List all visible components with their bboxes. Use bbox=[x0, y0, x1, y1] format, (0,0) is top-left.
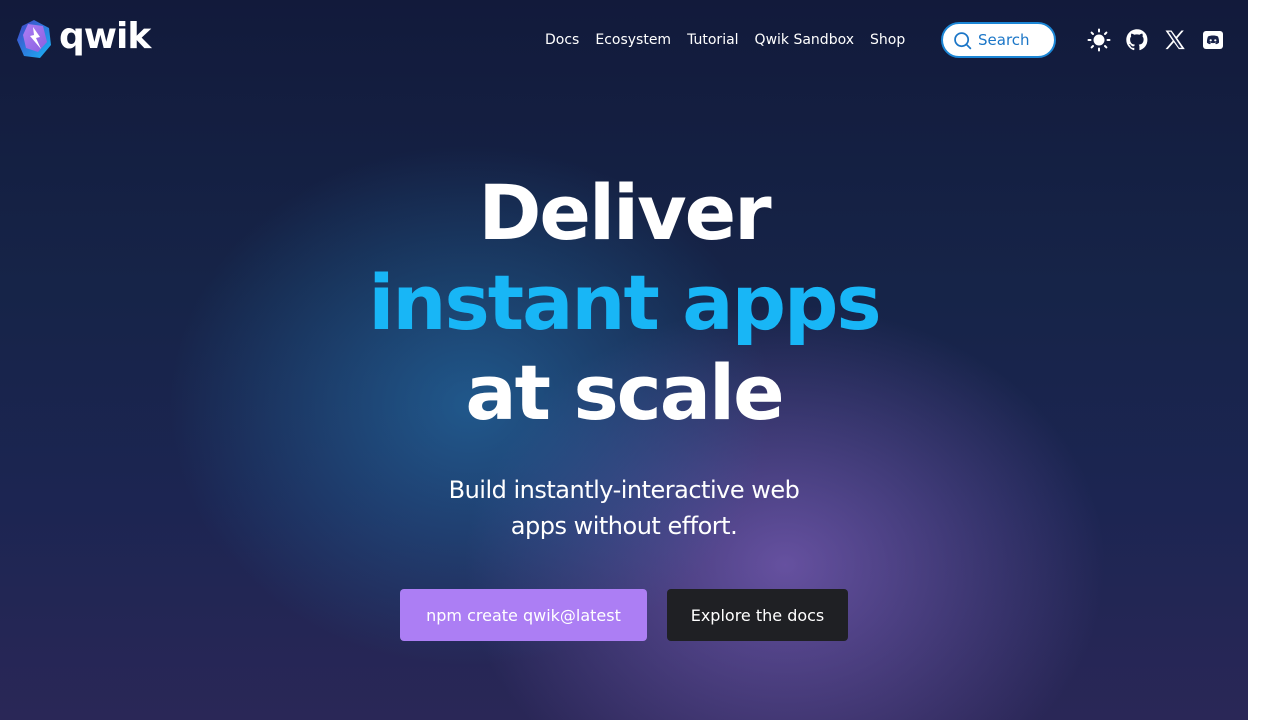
subtitle-line-1: Build instantly-interactive web bbox=[448, 476, 800, 504]
nav-link-shop[interactable]: Shop bbox=[862, 30, 913, 50]
main-nav: Docs Ecosystem Tutorial Qwik Sandbox Sho… bbox=[537, 30, 913, 50]
github-link[interactable] bbox=[1125, 28, 1149, 52]
search-button[interactable]: Search bbox=[941, 22, 1056, 58]
nav-link-qwik-sandbox[interactable]: Qwik Sandbox bbox=[747, 30, 862, 50]
scrollbar-gutter bbox=[1248, 0, 1280, 720]
explore-docs-button[interactable]: Explore the docs bbox=[667, 589, 848, 641]
theme-toggle-button[interactable] bbox=[1087, 28, 1111, 52]
qwik-logo-icon bbox=[17, 20, 51, 58]
page-background: qwik Docs Ecosystem Tutorial Qwik Sandbo… bbox=[0, 0, 1248, 720]
nav-link-docs[interactable]: Docs bbox=[537, 30, 587, 50]
hero-line-2: instant apps bbox=[368, 258, 881, 347]
x-twitter-link[interactable] bbox=[1163, 28, 1187, 52]
subtitle-line-2: apps without effort. bbox=[510, 512, 738, 540]
discord-icon bbox=[1203, 31, 1223, 49]
sun-icon bbox=[1087, 28, 1111, 52]
qwik-logo-link[interactable]: qwik bbox=[16, 15, 151, 60]
nav-link-ecosystem[interactable]: Ecosystem bbox=[587, 30, 679, 50]
hero-line-1: Deliver bbox=[478, 168, 771, 257]
x-icon bbox=[1165, 30, 1185, 50]
nav-link-tutorial[interactable]: Tutorial bbox=[679, 30, 746, 50]
search-icon bbox=[954, 31, 972, 49]
brand-name: qwik bbox=[59, 15, 151, 57]
hero-line-3: at scale bbox=[465, 348, 784, 437]
npm-create-button[interactable]: npm create qwik@latest bbox=[400, 589, 647, 641]
site-header: qwik Docs Ecosystem Tutorial Qwik Sandbo… bbox=[0, 0, 1248, 80]
github-icon bbox=[1126, 29, 1148, 51]
discord-link[interactable] bbox=[1201, 28, 1225, 52]
hero-subtitle: Build instantly-interactive web apps wit… bbox=[424, 472, 824, 544]
hero-heading: Deliver instant apps at scale bbox=[0, 168, 1248, 438]
search-label: Search bbox=[978, 31, 1030, 49]
